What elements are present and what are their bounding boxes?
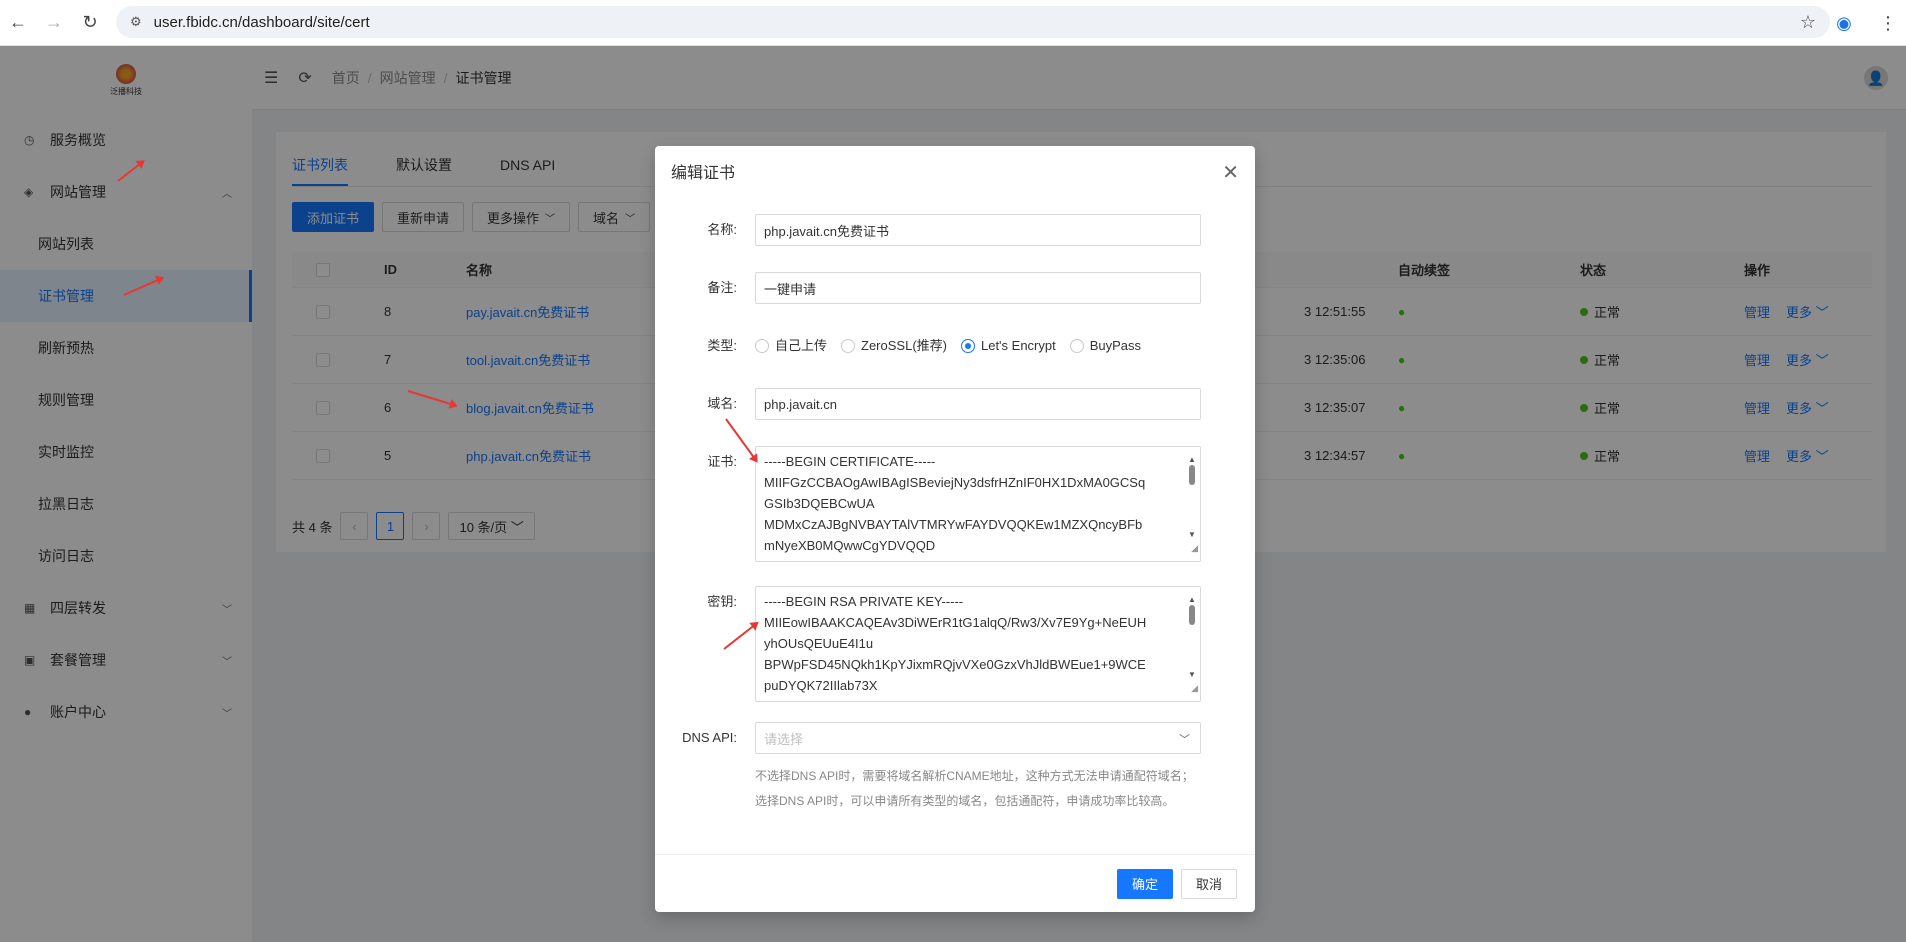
form-row-dnsapi: DNS API: 请选择 ﹀ — [655, 722, 1255, 754]
dnsapi-hint: 不选择DNS API时，需要将域名解析CNAME地址，这种方式无法申请通配符域名… — [755, 764, 1194, 814]
radio-circle-selected — [960, 339, 975, 353]
radio-label: 自己上传 — [775, 338, 828, 353]
form-row-type: 类型: 自己上传 ZeroSSL(推荐) Let's Encrypt BuyPa… — [655, 330, 1255, 362]
cert-textarea[interactable]: -----BEGIN CERTIFICATE----- MIIFGzCCBAOg… — [755, 446, 1201, 562]
radio-circle — [841, 339, 856, 353]
name-input[interactable]: php.javait.cn免费证书 — [755, 214, 1201, 246]
form-row-cert: 证书: -----BEGIN CERTIFICATE----- MIIFGzCC… — [655, 446, 1255, 562]
dnsapi-label: DNS API: — [682, 730, 737, 745]
radio-label: BuyPass — [1089, 338, 1142, 353]
forward-icon[interactable]: → — [36, 5, 72, 41]
cert-line: -----BEGIN CERTIFICATE----- — [764, 454, 936, 469]
form-row-hint: 不选择DNS API时，需要将域名解析CNAME地址，这种方式无法申请通配符域名… — [655, 764, 1255, 814]
url-text: user.fbidc.cn/dashboard/site/cert — [153, 13, 370, 31]
radio-circle — [1069, 339, 1084, 353]
dnsapi-placeholder: 请选择 — [764, 731, 804, 747]
form-row-remark: 备注: 一键申请 — [655, 272, 1255, 304]
key-textarea[interactable]: -----BEGIN RSA PRIVATE KEY----- MIIEowIB… — [755, 586, 1201, 702]
radio-letsencrypt[interactable]: Let's Encrypt — [960, 330, 1056, 362]
form-row-name: 名称: php.javait.cn免费证书 — [655, 214, 1255, 246]
browser-toolbar: ← → ↻ ⚙ user.fbidc.cn/dashboard/site/cer… — [0, 0, 1906, 46]
cert-line: GSIb3DQEBCwUA — [764, 496, 875, 511]
cert-line: MIIFGzCCBAOgAwIBAgISBeviejNy3dsfrHZnIF0H… — [764, 475, 1146, 490]
modal-header: 编辑证书 ✕ — [655, 146, 1255, 196]
key-line: puDYQK72IIlab73X — [764, 678, 878, 693]
scroll-thumb[interactable] — [1189, 465, 1195, 485]
hint-line: 不选择DNS API时，需要将域名解析CNAME地址，这种方式无法申请通配符域名… — [755, 769, 1194, 783]
domain-label: 域名: — [707, 396, 737, 411]
cert-label: 证书: — [707, 454, 737, 469]
bookmark-star-icon[interactable]: ☆ — [1800, 12, 1816, 33]
radio-zerossl[interactable]: ZeroSSL(推荐) — [841, 330, 947, 362]
name-label: 名称: — [707, 222, 737, 237]
form-row-key: 密钥: -----BEGIN RSA PRIVATE KEY----- MIIE… — [655, 586, 1255, 702]
close-icon[interactable]: ✕ — [1222, 160, 1239, 185]
address-bar[interactable]: ⚙ user.fbidc.cn/dashboard/site/cert ☆ — [116, 6, 1830, 38]
radio-label: ZeroSSL(推荐) — [861, 338, 947, 353]
cert-line: mNyeXB0MQwwCgYDVQQD — [764, 538, 936, 553]
reload-icon[interactable]: ↻ — [72, 5, 108, 41]
key-line: BPWpFSD45NQkh1KpYJixmRQjvVXe0GzxVhJldBWE… — [764, 657, 1146, 672]
type-label: 类型: — [707, 338, 737, 353]
browser-menu-icon[interactable]: ⋮ — [1870, 5, 1906, 41]
key-line: yhOUsQEUuE4I1u — [764, 636, 874, 651]
key-label: 密钥: — [707, 594, 737, 609]
dnsapi-select[interactable]: 请选择 ﹀ — [755, 722, 1201, 754]
radio-label: Let's Encrypt — [980, 338, 1056, 353]
back-icon[interactable]: ← — [0, 5, 36, 41]
resize-handle-icon[interactable]: ◢ — [1191, 538, 1198, 559]
domain-input[interactable]: php.javait.cn — [755, 388, 1201, 420]
radio-circle — [755, 339, 769, 353]
remark-input[interactable]: 一键申请 — [755, 272, 1201, 304]
scroll-thumb[interactable] — [1189, 605, 1195, 625]
resize-handle-icon[interactable]: ◢ — [1191, 678, 1198, 699]
modal-footer: 确定 取消 — [655, 854, 1255, 912]
remark-label: 备注: — [707, 280, 737, 295]
type-radio-group: 自己上传 ZeroSSL(推荐) Let's Encrypt BuyPass — [755, 330, 1141, 362]
chevron-down-icon: ﹀ — [1179, 734, 1190, 746]
modal-title: 编辑证书 — [671, 165, 736, 182]
form-row-domain: 域名: php.javait.cn — [655, 388, 1255, 420]
edit-cert-modal: 编辑证书 ✕ 名称: php.javait.cn免费证书 备注: 一键申请 类型… — [655, 146, 1255, 912]
cancel-button[interactable]: 取消 — [1180, 868, 1237, 899]
key-line: MIIEowIBAAKCAQEAv3DiWErR1tG1alqQ/Rw3/Xv7… — [764, 615, 1147, 630]
profile-icon[interactable]: ◉ — [1826, 5, 1862, 41]
ok-button[interactable]: 确定 — [1116, 868, 1173, 899]
key-line: -----BEGIN RSA PRIVATE KEY----- — [764, 594, 964, 609]
site-info-icon[interactable]: ⚙ — [130, 14, 142, 30]
radio-self-upload[interactable]: 自己上传 — [755, 330, 827, 362]
hint-line: 选择DNS API时，可以申请所有类型的域名，包括通配符，申请成功率比较高。 — [755, 794, 1175, 808]
radio-buypass[interactable]: BuyPass — [1069, 330, 1142, 362]
cert-line: MDMxCzAJBgNVBAYTAlVTMRYwFAYDVQQKEw1MZXQn… — [764, 517, 1143, 532]
